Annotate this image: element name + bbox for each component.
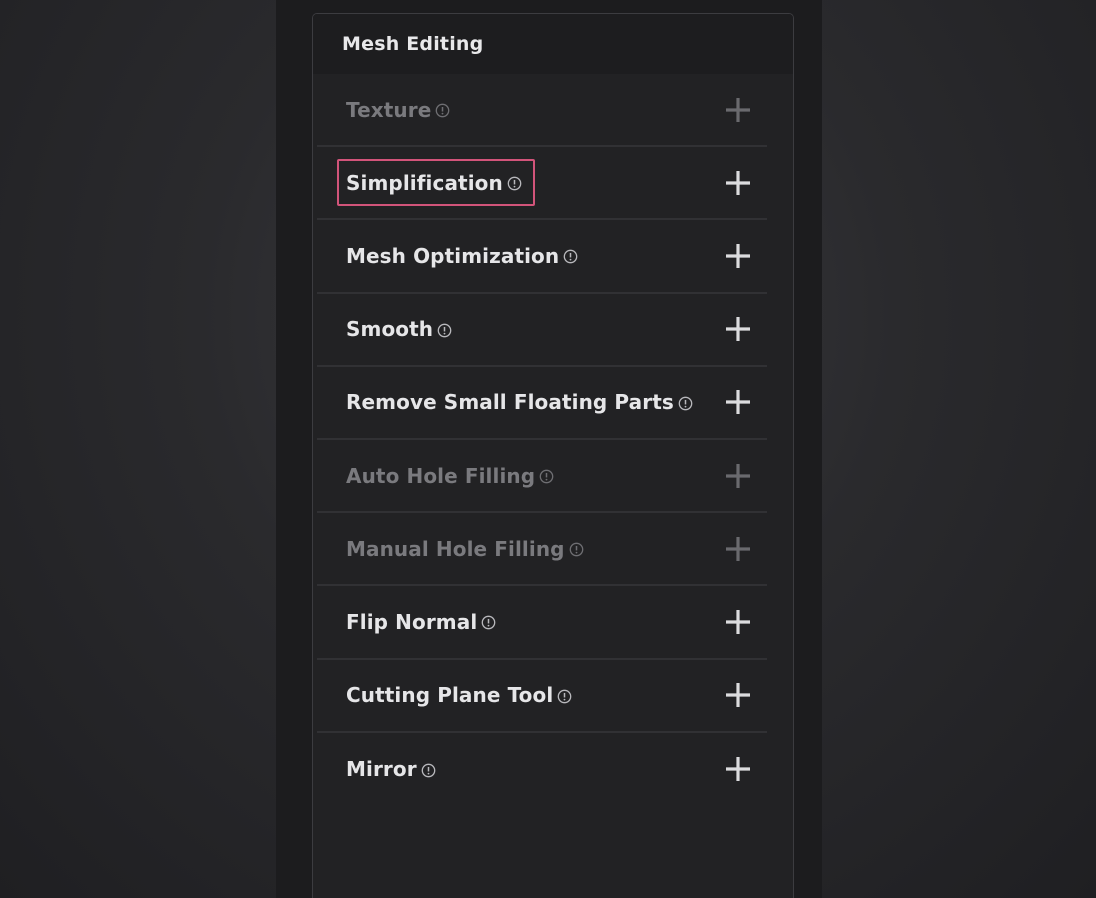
panel-title: Mesh Editing	[342, 33, 484, 55]
tool-row-cutting-plane-tool[interactable]: Cutting Plane Tool	[317, 660, 767, 733]
tool-row-smooth[interactable]: Smooth	[317, 294, 767, 367]
info-circle-icon[interactable]	[563, 249, 578, 264]
info-circle-icon[interactable]	[678, 396, 693, 411]
info-circle-icon[interactable]	[539, 469, 554, 484]
plus-icon[interactable]	[724, 608, 752, 636]
tool-row-flip-normal[interactable]: Flip Normal	[317, 586, 767, 660]
info-circle-icon[interactable]	[557, 689, 572, 704]
plus-icon	[724, 535, 752, 563]
tool-label: Smooth	[346, 317, 434, 342]
info-circle-icon[interactable]	[437, 323, 452, 338]
info-circle-icon[interactable]	[481, 615, 496, 630]
plus-icon[interactable]	[724, 169, 752, 197]
info-circle-icon[interactable]	[435, 103, 450, 118]
plus-icon[interactable]	[724, 755, 752, 783]
tool-row-simplification[interactable]: Simplification	[317, 147, 767, 221]
tool-label: Remove Small Floating Parts	[346, 390, 674, 415]
plus-icon[interactable]	[724, 242, 752, 270]
tool-row-auto-hole-filling: Auto Hole Filling	[317, 440, 767, 514]
info-circle-icon[interactable]	[507, 176, 522, 191]
info-circle-icon[interactable]	[421, 763, 436, 778]
tool-label: Auto Hole Filling	[346, 463, 536, 488]
plus-icon	[724, 96, 752, 124]
tool-row-mesh-optimization[interactable]: Mesh Optimization	[317, 220, 767, 294]
tool-list: Texture Simplification Mesh Optimization…	[317, 74, 767, 806]
tool-row-manual-hole-filling: Manual Hole Filling	[317, 513, 767, 587]
tool-row-remove-small-floating-parts[interactable]: Remove Small Floating Parts	[317, 367, 767, 440]
tool-row-texture: Texture	[317, 74, 767, 148]
mesh-editing-panel: Mesh Editing Texture Simplification Mesh…	[312, 13, 794, 898]
tool-label: Mesh Optimization	[346, 243, 560, 268]
plus-icon[interactable]	[724, 388, 752, 416]
plus-icon[interactable]	[724, 315, 752, 343]
tool-row-mirror[interactable]: Mirror	[317, 733, 767, 806]
tool-label: Cutting Plane Tool	[346, 683, 554, 708]
tool-label: Flip Normal	[346, 609, 478, 634]
tool-label: Simplification	[346, 170, 503, 195]
tool-label: Texture	[346, 97, 432, 122]
tool-label: Mirror	[346, 757, 417, 782]
info-circle-icon[interactable]	[569, 542, 584, 557]
panel-header: Mesh Editing	[313, 14, 793, 74]
plus-icon	[724, 462, 752, 490]
plus-icon[interactable]	[724, 681, 752, 709]
tool-label: Manual Hole Filling	[346, 536, 565, 561]
